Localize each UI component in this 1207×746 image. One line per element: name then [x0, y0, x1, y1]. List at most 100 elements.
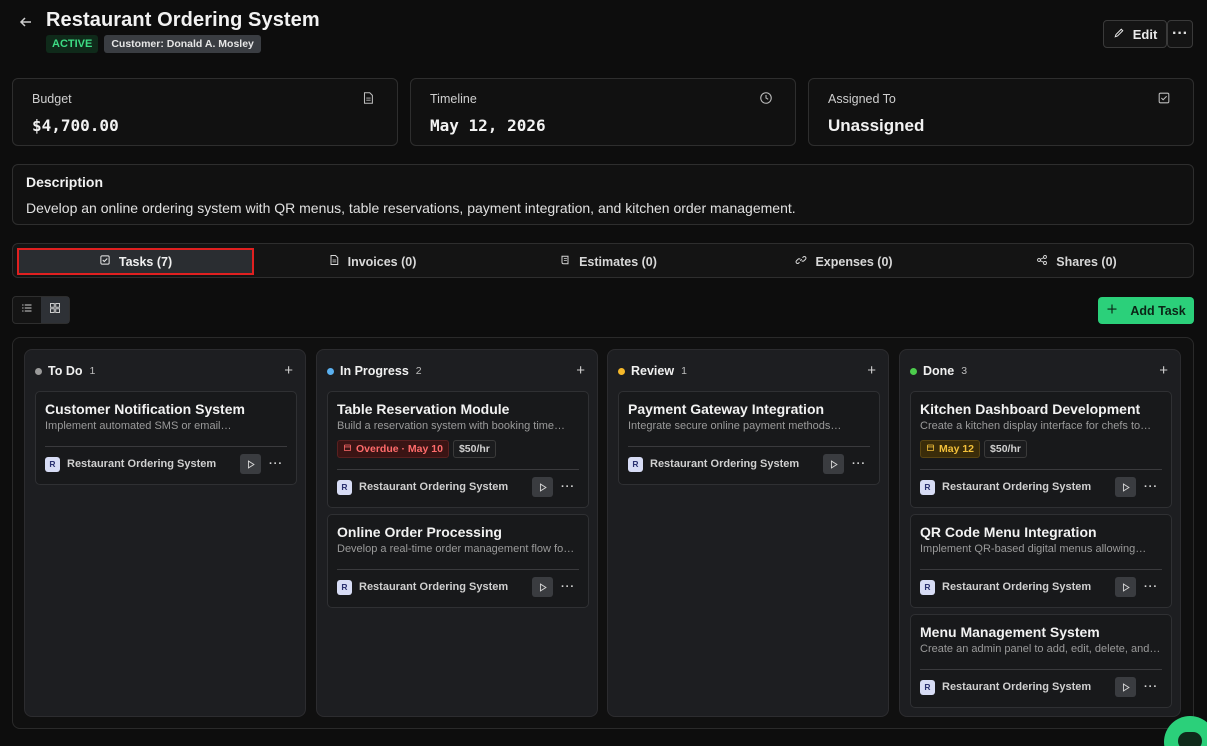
divider: [920, 669, 1162, 670]
tab-shares[interactable]: Shares (0): [962, 248, 1191, 275]
edit-button[interactable]: Edit: [1103, 20, 1167, 48]
task-description: Integrate secure online payment methods…: [628, 420, 842, 432]
plus-icon: [1106, 303, 1118, 318]
project-name: Restaurant Ordering System: [359, 481, 509, 493]
project-avatar: R: [920, 579, 935, 595]
task-footer: R Restaurant Ordering System ···: [920, 677, 1162, 697]
tab-invoices[interactable]: Invoices (0): [254, 248, 490, 275]
task-footer: R Restaurant Ordering System ···: [920, 477, 1162, 497]
task-title: Table Reservation Module: [337, 401, 510, 417]
task-card[interactable]: Kitchen Dashboard Development Create a k…: [910, 391, 1172, 508]
tab-invoices-label: Invoices (0): [347, 254, 417, 269]
add-task-label: Add Task: [1130, 303, 1186, 318]
project-name: Restaurant Ordering System: [942, 681, 1092, 693]
share-icon: [1036, 254, 1048, 269]
task-card[interactable]: QR Code Menu Integration Implement QR-ba…: [910, 514, 1172, 608]
budget-value: $4,700.00: [32, 116, 119, 135]
assigned-value: Unassigned: [828, 116, 925, 135]
rate-badge: $50/hr: [452, 440, 496, 458]
divider: [337, 569, 579, 570]
add-card-button[interactable]: +: [576, 362, 585, 379]
project-avatar: R: [337, 479, 352, 495]
card-menu-icon[interactable]: ···: [557, 481, 579, 493]
project-name: Restaurant Ordering System: [359, 581, 509, 593]
chat-bubble-icon: [1178, 732, 1202, 746]
add-card-button[interactable]: +: [1159, 362, 1168, 379]
column-header: Done 3: [910, 364, 967, 378]
project-avatar: R: [920, 479, 935, 495]
page-title: Restaurant Ordering System: [46, 9, 320, 31]
column-to-do: To Do 1 + Customer Notification System I…: [24, 349, 306, 717]
play-icon[interactable]: [823, 454, 844, 474]
add-card-button[interactable]: +: [284, 362, 293, 379]
task-title: Kitchen Dashboard Development: [920, 401, 1141, 417]
tab-tasks-label: Tasks (7): [118, 254, 173, 269]
assigned-label: Assigned To: [828, 92, 896, 106]
back-arrow-icon[interactable]: [18, 14, 36, 32]
tab-shares-label: Shares (0): [1056, 254, 1117, 269]
task-card[interactable]: Online Order Processing Develop a real-t…: [327, 514, 589, 608]
play-icon[interactable]: [1115, 477, 1136, 497]
task-card[interactable]: Table Reservation Module Build a reserva…: [327, 391, 589, 508]
overdue-badge: Overdue · May 10: [337, 440, 449, 458]
add-card-button[interactable]: +: [867, 362, 876, 379]
tab-expenses-label: Expenses (0): [815, 254, 893, 269]
customer-badge: Customer: Donald A. Mosley: [104, 35, 261, 53]
list-view-button[interactable]: [13, 297, 41, 323]
task-description: Implement QR-based digital menus allowin…: [920, 543, 1147, 555]
board-view-button[interactable]: [41, 297, 69, 323]
timeline-card: Timeline May 12, 2026: [410, 78, 796, 146]
task-footer: R Restaurant Ordering System ···: [45, 454, 287, 474]
project-name: Restaurant Ordering System: [942, 481, 1092, 493]
card-menu-icon[interactable]: ···: [848, 458, 870, 470]
status-dot: [35, 367, 42, 375]
card-menu-icon[interactable]: ···: [1140, 581, 1162, 593]
column-count: 3: [961, 365, 968, 377]
play-icon[interactable]: [1115, 577, 1136, 597]
assigned-card: Assigned To Unassigned: [808, 78, 1194, 146]
play-icon[interactable]: [240, 454, 261, 474]
task-card[interactable]: Payment Gateway Integration Integrate se…: [618, 391, 880, 485]
task-description: Implement automated SMS or email…: [45, 420, 232, 432]
project-avatar: R: [628, 456, 643, 472]
link-icon: [795, 254, 807, 269]
timeline-value: May 12, 2026: [430, 116, 546, 135]
tab-estimates[interactable]: Estimates (0): [490, 248, 726, 275]
card-menu-icon[interactable]: ···: [1140, 681, 1162, 693]
task-card[interactable]: Customer Notification System Implement a…: [35, 391, 297, 485]
tab-expenses[interactable]: Expenses (0): [726, 248, 962, 275]
checkbox-icon: [99, 254, 111, 269]
task-card[interactable]: Menu Management System Create an admin p…: [910, 614, 1172, 708]
tab-estimates-label: Estimates (0): [579, 254, 657, 269]
more-options-button[interactable]: ···: [1167, 20, 1193, 48]
project-avatar: R: [337, 579, 352, 595]
task-tags: Overdue · May 10 $50/hr: [337, 440, 496, 458]
card-menu-icon[interactable]: ···: [265, 458, 287, 470]
play-icon[interactable]: [532, 577, 553, 597]
play-icon[interactable]: [532, 477, 553, 497]
overdue-text: Overdue · May 10: [356, 443, 443, 455]
column-done: Done 3 + Kitchen Dashboard Development C…: [899, 349, 1181, 717]
header-badges: ACTIVE Customer: Donald A. Mosley: [46, 35, 261, 53]
task-description: Create an admin panel to add, edit, dele…: [920, 643, 1161, 655]
due-date-badge: May 12: [920, 440, 981, 458]
column-title: To Do: [48, 364, 83, 378]
play-icon[interactable]: [1115, 677, 1136, 697]
kanban-board: To Do 1 + Customer Notification System I…: [12, 337, 1194, 729]
task-title: QR Code Menu Integration: [920, 524, 1097, 540]
status-dot: [327, 367, 334, 375]
task-title: Customer Notification System: [45, 401, 245, 417]
project-name: Restaurant Ordering System: [942, 581, 1092, 593]
column-count: 1: [681, 365, 687, 377]
divider: [337, 469, 579, 470]
card-menu-icon[interactable]: ···: [557, 581, 579, 593]
status-dot: [618, 367, 625, 375]
grid-icon: [49, 301, 61, 319]
card-menu-icon[interactable]: ···: [1140, 481, 1162, 493]
tab-tasks[interactable]: Tasks (7): [17, 248, 254, 275]
column-count: 1: [89, 365, 96, 377]
task-description: Create a kitchen display interface for c…: [920, 420, 1152, 432]
add-task-button[interactable]: Add Task: [1098, 297, 1194, 324]
divider: [45, 446, 287, 447]
task-footer: R Restaurant Ordering System ···: [920, 577, 1162, 597]
